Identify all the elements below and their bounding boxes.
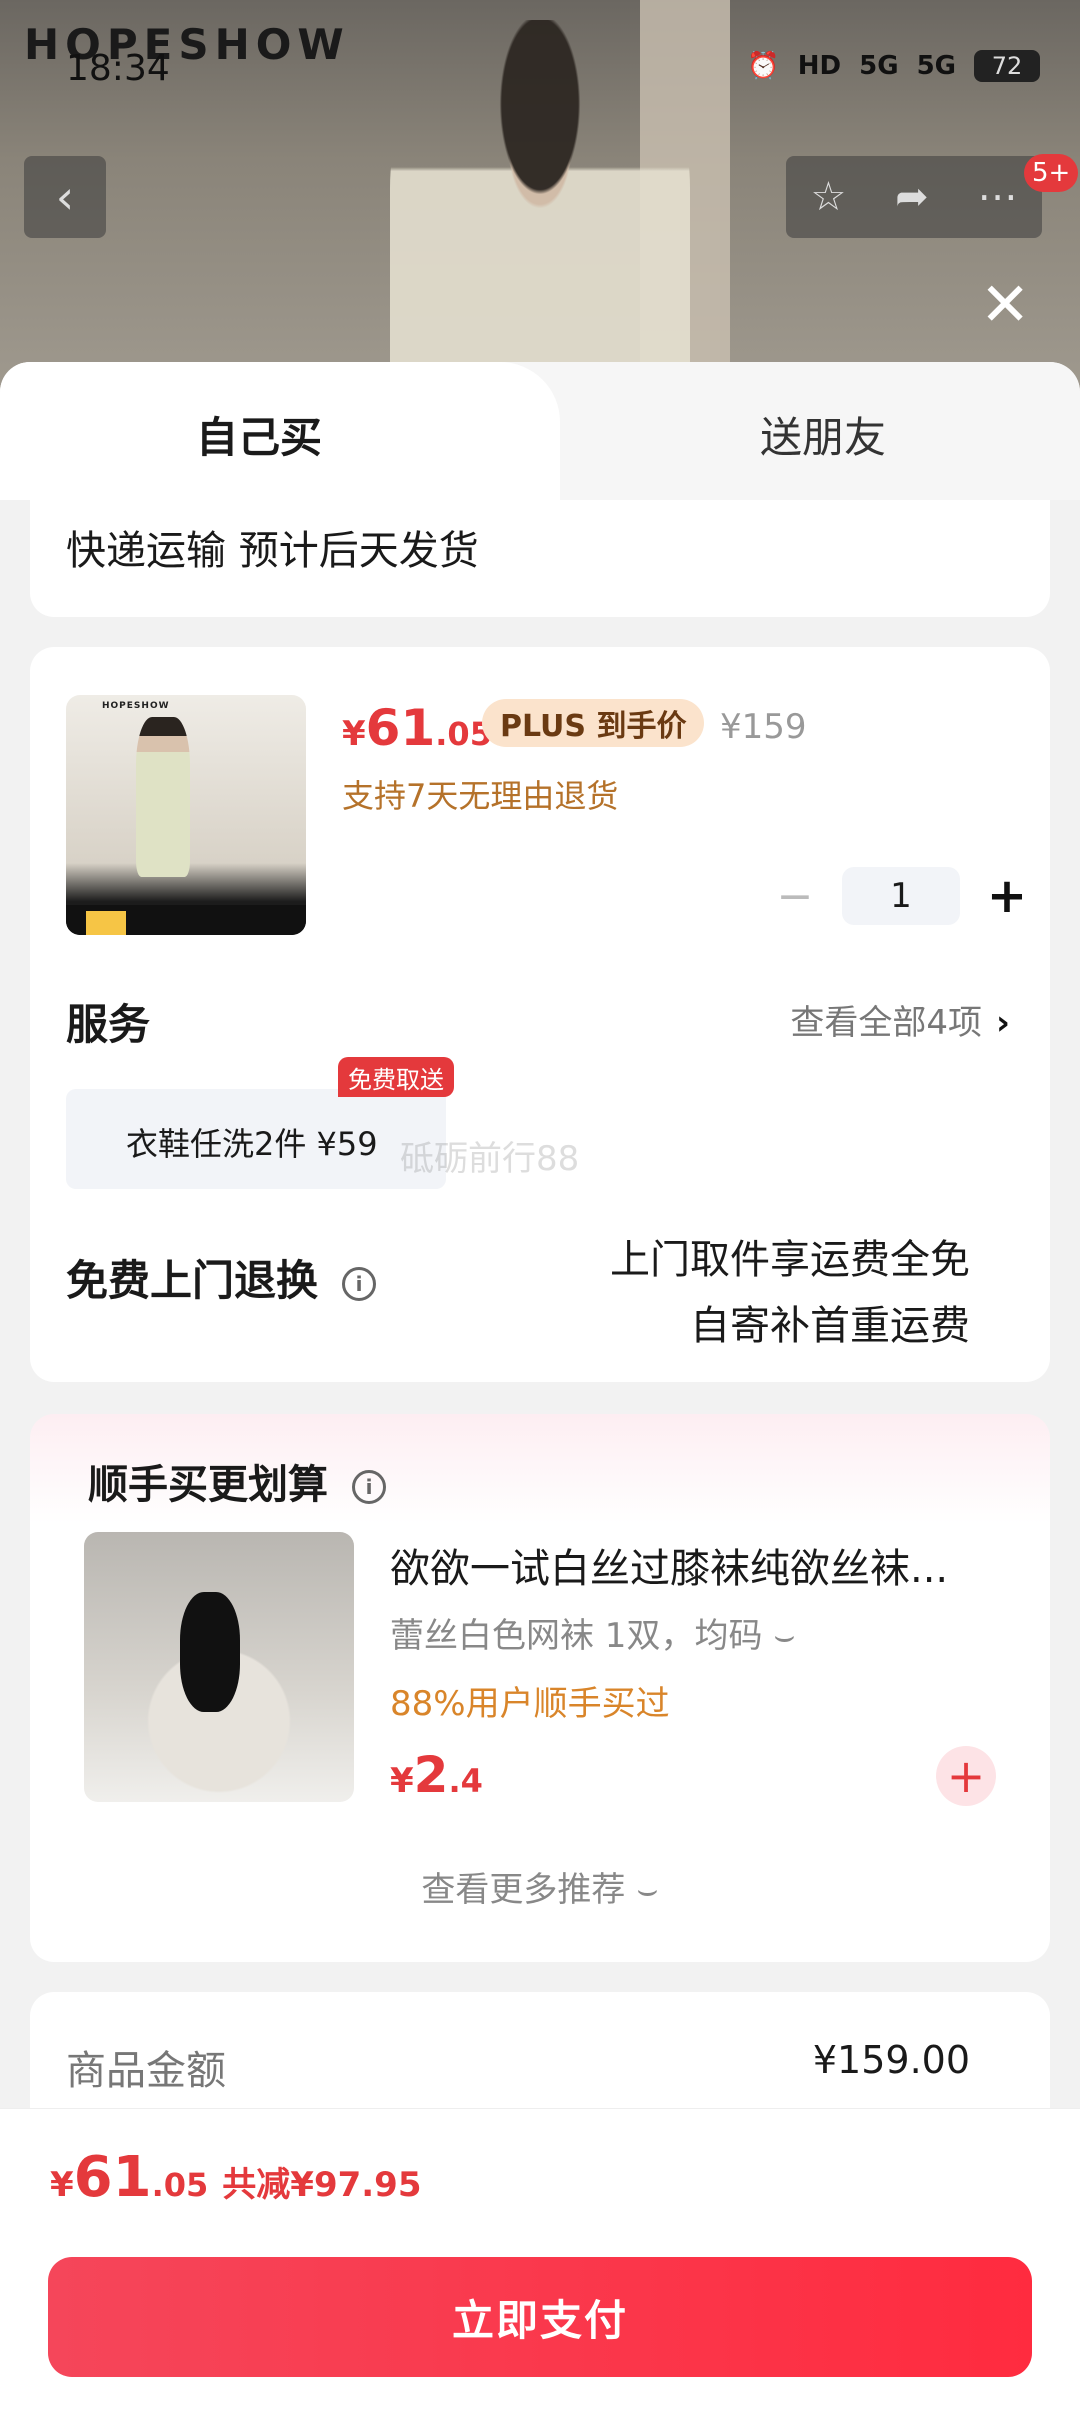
view-more-recommendations[interactable]: 查看更多推荐 ⌣ [30, 1862, 1050, 1911]
shipping-card: 快递运输 预计后天发货 [30, 500, 1050, 617]
tab-send-to-friend[interactable]: 送朋友 [760, 404, 886, 465]
pay-now-button[interactable]: 立即支付 [48, 2257, 1032, 2377]
product-price: ¥ 61 .05 [342, 699, 492, 757]
add-recommended-button[interactable]: + [936, 1746, 996, 1806]
battery-icon: 72 [974, 50, 1040, 82]
status-icons: ⏰ HD 5G 5G 72 [747, 50, 1040, 82]
star-icon[interactable]: ☆ [810, 174, 846, 220]
watermark: 砥砺前行88 [400, 1139, 580, 1179]
recommendation-title: 顺手买更划算 i [88, 1452, 386, 1510]
recommended-item-name[interactable]: 欲欲一试白丝过膝袜纯欲丝袜... [390, 1536, 990, 1594]
product-thumbnail[interactable]: HOPESHOW [66, 695, 306, 935]
hero-model-figure [390, 20, 690, 400]
recommended-item-thumbnail[interactable] [84, 1532, 354, 1802]
signal-5g-icon-2: 5G [916, 51, 956, 81]
back-button[interactable]: ‹ [24, 156, 106, 238]
total-price: ¥ 61 .05 共减¥97.95 [50, 2145, 422, 2210]
quantity-stepper: − 1 + [760, 867, 1042, 925]
price-integer: 61 [365, 699, 436, 757]
free-return-title: 免费上门退换 i [66, 1247, 377, 1308]
signal-5g-icon: 5G [859, 51, 899, 81]
quantity-value[interactable]: 1 [842, 867, 960, 925]
price-integer: 2 [413, 1746, 449, 1804]
thumb-yellow-tag [86, 911, 126, 935]
currency-symbol: ¥ [342, 714, 366, 754]
more-icon[interactable]: ⋯ [978, 174, 1018, 220]
services-title: 服务 [66, 1000, 151, 1049]
free-return-line2: 自寄补首重运费 [690, 1303, 970, 1349]
alarm-icon: ⏰ [747, 51, 780, 81]
goods-amount-label: 商品金额 [66, 2048, 226, 2094]
plus-icon: + [946, 1749, 986, 1803]
checkout-footer: ¥ 61 .05 共减¥97.95 立即支付 [0, 2108, 1080, 2412]
quantity-plus-button[interactable]: + [972, 868, 1042, 924]
price-decimal: .4 [448, 1762, 483, 1800]
price-integer: 61 [73, 2145, 152, 2210]
quantity-minus-button[interactable]: − [760, 871, 830, 922]
total-saving: 共减¥97.95 [222, 2165, 422, 2205]
service-chip-laundry[interactable]: 衣鞋任洗2件 ¥59 [66, 1089, 446, 1189]
hd-icon: HD [797, 51, 842, 81]
checkout-sheet: 自己买 送朋友 快递运输 预计后天发货 HOPESHOW ¥ 61 .05 PL… [0, 362, 1080, 2412]
status-time: 18:34 [66, 48, 170, 89]
recommendation-card: 顺手买更划算 i 欲欲一试白丝过膝袜纯欲丝袜... 蕾丝白色网袜 1双，均码 ⌣ … [30, 1414, 1050, 1962]
recommended-item-price: ¥ 2 .4 [390, 1746, 483, 1804]
recommended-item-social-proof: 88%用户顺手买过 [390, 1684, 670, 1724]
return-policy-note: 支持7天无理由退货 [342, 777, 619, 815]
chevron-left-icon: ‹ [55, 170, 75, 224]
tab-buy-for-self[interactable]: 自己买 [196, 404, 322, 465]
chevron-right-icon: › [995, 1003, 1010, 1043]
currency-symbol: ¥ [390, 1761, 414, 1801]
shipping-estimate: 快递运输 预计后天发货 [66, 528, 479, 574]
thumb-dress [136, 717, 190, 877]
currency-symbol: ¥ [50, 2165, 74, 2205]
purchase-tabs: 自己买 送朋友 [0, 362, 1080, 500]
top-action-group: ☆ ➦ ⋯ [786, 156, 1042, 238]
thumb-figure [180, 1592, 240, 1712]
services-view-all[interactable]: 查看全部4项 › [790, 995, 1010, 1044]
recommendation-title-label: 顺手买更划算 [88, 1462, 328, 1508]
thumb-brand: HOPESHOW [102, 701, 170, 711]
free-return-label: 免费上门退换 [66, 1256, 319, 1305]
goods-amount-value: ¥159.00 [812, 2038, 970, 2082]
info-icon[interactable]: i [342, 1266, 377, 1301]
original-price: ¥159 [720, 707, 807, 747]
plus-price-tag: PLUS 到手价 [482, 699, 705, 747]
info-icon[interactable]: i [352, 1470, 386, 1504]
close-icon[interactable]: ✕ [980, 270, 1030, 340]
services-view-all-label: 查看全部4项 [790, 1003, 982, 1043]
product-hero-image: HOPESHOW 18:34 ⏰ HD 5G 5G 72 ‹ ☆ ➦ ⋯ 5+ … [0, 0, 1080, 400]
service-chip-text: 衣鞋任洗2件 ¥59 [126, 1125, 378, 1163]
service-chip-badge: 免费取送 [338, 1057, 454, 1097]
price-decimal: .05 [151, 2166, 209, 2204]
share-icon[interactable]: ➦ [895, 174, 929, 220]
notification-badge: 5+ [1024, 154, 1079, 192]
free-return-line1: 上门取件享运费全免 [610, 1237, 970, 1283]
recommended-item-spec[interactable]: 蕾丝白色网袜 1双，均码 ⌣ [390, 1608, 796, 1657]
product-card: HOPESHOW ¥ 61 .05 PLUS 到手价 ¥159 支持7天无理由退… [30, 647, 1050, 1382]
